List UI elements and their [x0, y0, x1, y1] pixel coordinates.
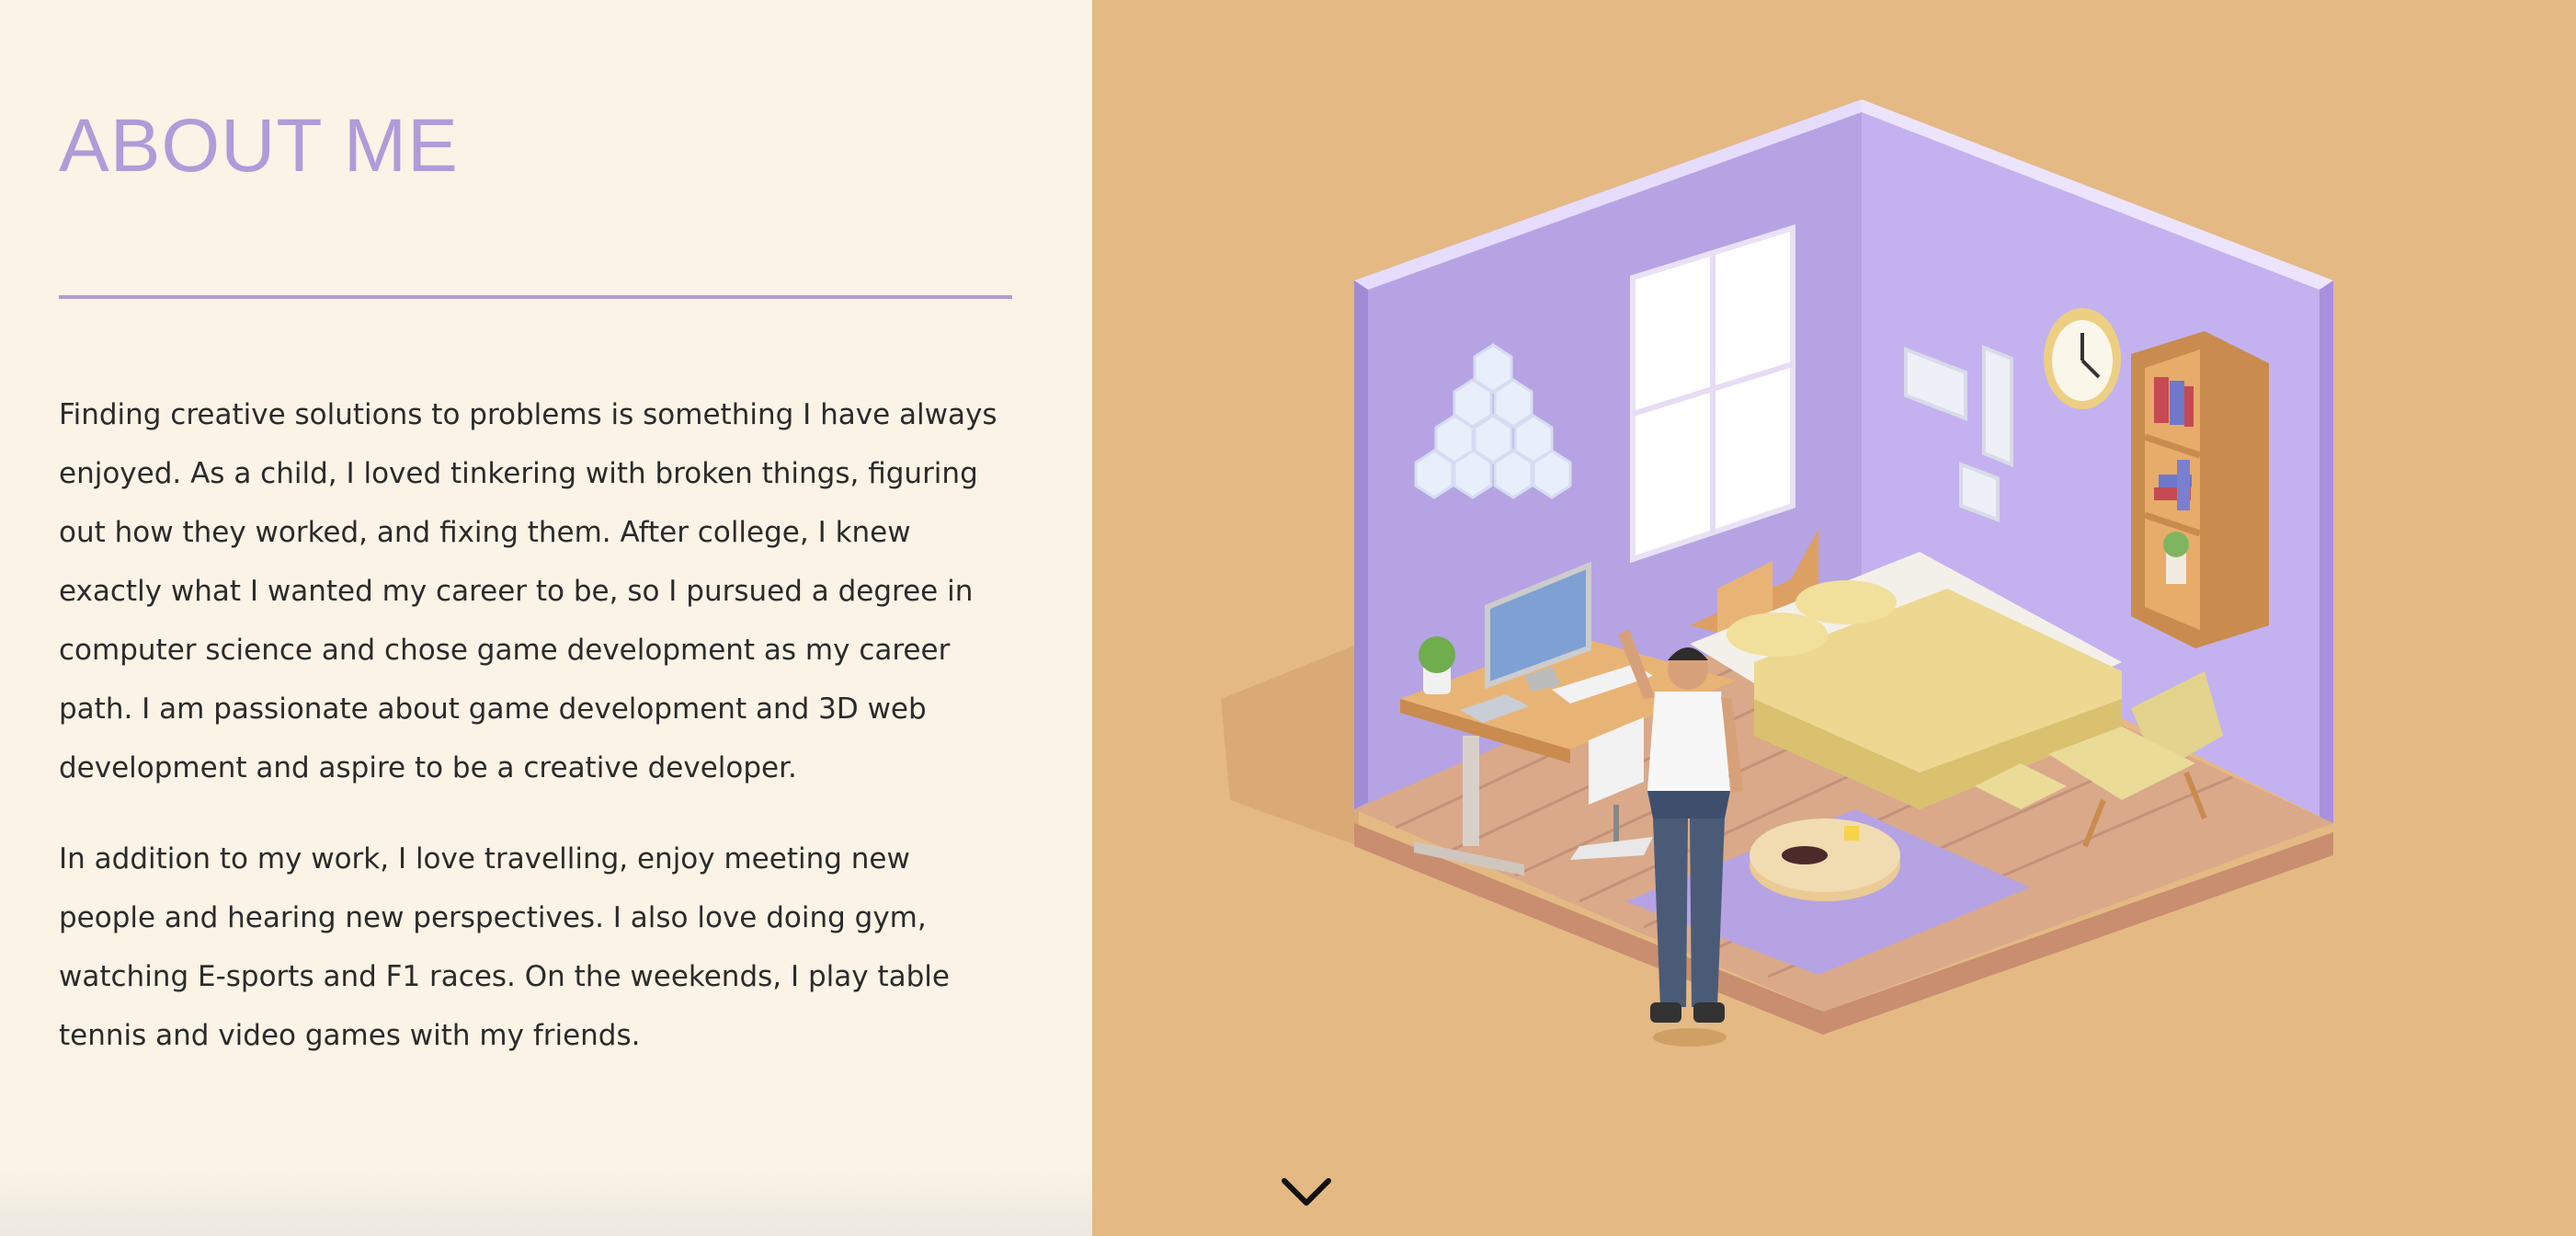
- right-wall-edge: [2320, 280, 2333, 823]
- left-wall-edge: [1354, 280, 1368, 809]
- bottom-fade: [0, 1172, 1092, 1236]
- isometric-room-illustration: [1221, 99, 2333, 1047]
- about-page: ABOUT ME Finding creative solutions to p…: [0, 0, 2576, 1236]
- title-divider: [59, 295, 1012, 299]
- wall-clock: [2044, 308, 2121, 409]
- room-shadow: [1221, 644, 1359, 846]
- about-text-panel: ABOUT ME Finding creative solutions to p…: [0, 0, 1092, 1236]
- page-title: ABOUT ME: [59, 104, 459, 188]
- bookshelf: [2131, 331, 2269, 648]
- about-paragraph-1: Finding creative solutions to problems i…: [59, 398, 997, 784]
- coffee-table: [1750, 818, 1900, 901]
- window: [1630, 223, 1795, 564]
- chevron-down-icon[interactable]: [1281, 1175, 1332, 1212]
- about-paragraph-2: In addition to my work, I love travellin…: [59, 842, 950, 1052]
- room-illustration-panel: [1092, 0, 2576, 1236]
